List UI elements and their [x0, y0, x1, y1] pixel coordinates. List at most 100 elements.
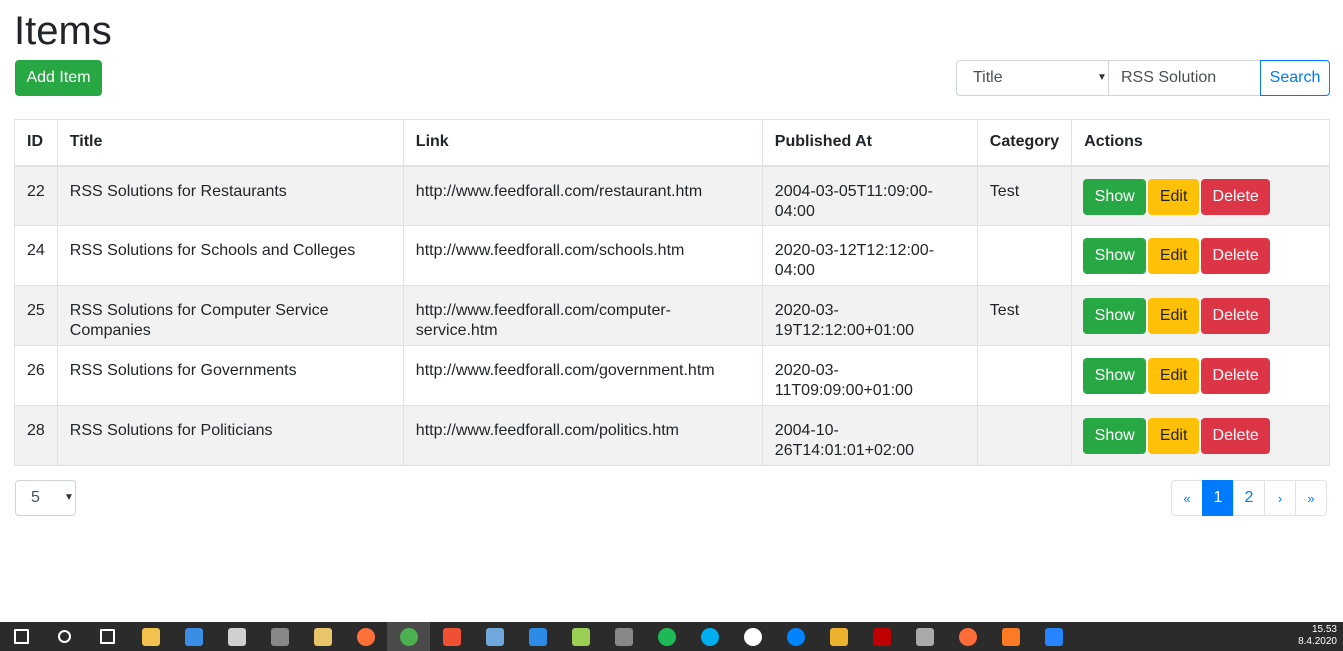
column-header-published: Published At [761, 119, 978, 167]
chrome-icon-glyph [399, 627, 418, 646]
skype-icon-glyph [700, 627, 719, 646]
virtualbox-icon-glyph [485, 627, 504, 646]
search-field-select[interactable]: Title ▼ [956, 60, 1109, 96]
page-1-button[interactable]: 1 [1202, 480, 1234, 516]
cell-published-at: 2020-03-12T12:12:00-04:00 [761, 225, 978, 286]
cell-id: 28 [14, 405, 58, 466]
calculator-icon[interactable] [215, 622, 258, 651]
virtualbox-icon[interactable] [473, 622, 516, 651]
wechat-icon-glyph [743, 627, 762, 646]
app-icon[interactable] [602, 622, 645, 651]
search-icon[interactable] [43, 622, 86, 651]
cell-published-at: 2004-10-26T14:01:01+02:00 [761, 405, 978, 466]
table-row: 28 RSS Solutions for Politicians http://ww… [14, 405, 1330, 466]
sourcetree-icon-glyph [1044, 627, 1063, 646]
page-2-button[interactable]: 2 [1233, 480, 1265, 516]
messenger-icon[interactable] [774, 622, 817, 651]
cell-published-at: 2020-03-11T09:09:00+01:00 [761, 345, 978, 406]
windows-start-icon[interactable] [0, 622, 43, 651]
skype-icon[interactable] [688, 622, 731, 651]
delete-button[interactable]: Delete [1201, 418, 1271, 454]
spotify-icon[interactable] [645, 622, 688, 651]
page-first-button[interactable]: « [1171, 480, 1203, 516]
file-explorer-icon-glyph [141, 627, 160, 646]
filezilla-icon-glyph [872, 627, 891, 646]
wechat-icon[interactable] [731, 622, 774, 651]
column-header-category: Category [976, 119, 1073, 167]
page-title: Items [14, 9, 112, 53]
delete-button[interactable]: Delete [1201, 298, 1271, 334]
search-form: Title ▼ RSS Solution Search [956, 60, 1330, 96]
per-page-value: 5 [31, 489, 40, 506]
edit-button[interactable]: Edit [1148, 298, 1200, 334]
cell-category [976, 405, 1073, 466]
edit-button[interactable]: Edit [1148, 238, 1200, 274]
show-button[interactable]: Show [1083, 358, 1147, 394]
delete-button[interactable]: Delete [1201, 178, 1271, 215]
chrome-icon[interactable] [387, 622, 430, 651]
vscode-icon[interactable] [516, 622, 559, 651]
database-icon[interactable] [903, 622, 946, 651]
cell-id: 25 [14, 285, 58, 346]
pagination: « 1 2 › » [1171, 480, 1327, 516]
cell-link: http://www.feedforall.com/restaurant.htm [402, 165, 763, 226]
cell-id: 24 [14, 225, 58, 286]
chevron-down-icon: ▼ [64, 492, 74, 503]
delete-button[interactable]: Delete [1201, 358, 1271, 394]
git-icon[interactable] [430, 622, 473, 651]
paint-icon-glyph [313, 627, 332, 646]
column-header-id: ID [14, 119, 58, 167]
cell-title: RSS Solutions for Governments [56, 345, 404, 406]
cell-category: Test [976, 165, 1073, 226]
calculator-icon-glyph [227, 627, 246, 646]
show-button[interactable]: Show [1083, 178, 1147, 215]
column-header-actions: Actions [1071, 119, 1330, 167]
table-row: 26 RSS Solutions for Governments http://ww… [14, 345, 1330, 406]
slack-icon[interactable] [817, 622, 860, 651]
page-next-button[interactable]: › [1264, 480, 1296, 516]
per-page-select[interactable]: 5 ▼ [15, 480, 76, 516]
show-button[interactable]: Show [1083, 298, 1147, 334]
filezilla-icon[interactable] [860, 622, 903, 651]
add-item-button[interactable]: Add Item [15, 60, 102, 96]
vscode-icon-glyph [528, 627, 547, 646]
paint-icon[interactable] [301, 622, 344, 651]
cell-link: http://www.feedforall.com/politics.htm [402, 405, 763, 466]
app-icon[interactable] [258, 622, 301, 651]
column-header-link: Link [402, 119, 763, 167]
cell-id: 26 [14, 345, 58, 406]
search-field-value: Title [973, 69, 1003, 86]
slack-icon-glyph [829, 627, 848, 646]
database-icon-glyph [915, 627, 934, 646]
system-clock[interactable]: 15.53 8.4.2020 [1298, 624, 1337, 648]
edit-button[interactable]: Edit [1148, 358, 1200, 394]
edit-button[interactable]: Edit [1148, 178, 1200, 215]
chevron-down-icon: ▼ [1097, 72, 1107, 83]
show-button[interactable]: Show [1083, 238, 1147, 274]
xampp-icon-glyph [1001, 627, 1020, 646]
taskbar: 15.53 8.4.2020 [0, 622, 1343, 651]
search-input[interactable]: RSS Solution [1109, 60, 1260, 96]
search-icon-glyph [58, 630, 71, 643]
firefox-icon[interactable] [344, 622, 387, 651]
cell-title: RSS Solutions for Computer Service Compa… [56, 285, 404, 346]
git-icon-glyph [442, 627, 461, 646]
sourcetree-icon[interactable] [1032, 622, 1075, 651]
edit-button[interactable]: Edit [1148, 418, 1200, 454]
table-row: 25 RSS Solutions for Computer Service Com… [14, 285, 1330, 346]
task-view-icon[interactable] [86, 622, 129, 651]
postman-icon[interactable] [946, 622, 989, 651]
mail-icon[interactable] [172, 622, 215, 651]
delete-button[interactable]: Delete [1201, 238, 1271, 274]
cell-category [976, 345, 1073, 406]
notepad-icon[interactable] [559, 622, 602, 651]
cell-actions: Show Edit Delete [1071, 285, 1330, 346]
items-table: ID Title Link Published At Category Acti… [14, 119, 1330, 466]
cell-category: Test [976, 285, 1073, 346]
file-explorer-icon[interactable] [129, 622, 172, 651]
clock-time: 15.53 [1311, 624, 1337, 635]
xampp-icon[interactable] [989, 622, 1032, 651]
page-last-button[interactable]: » [1295, 480, 1327, 516]
search-button[interactable]: Search [1260, 60, 1330, 96]
show-button[interactable]: Show [1083, 418, 1147, 454]
